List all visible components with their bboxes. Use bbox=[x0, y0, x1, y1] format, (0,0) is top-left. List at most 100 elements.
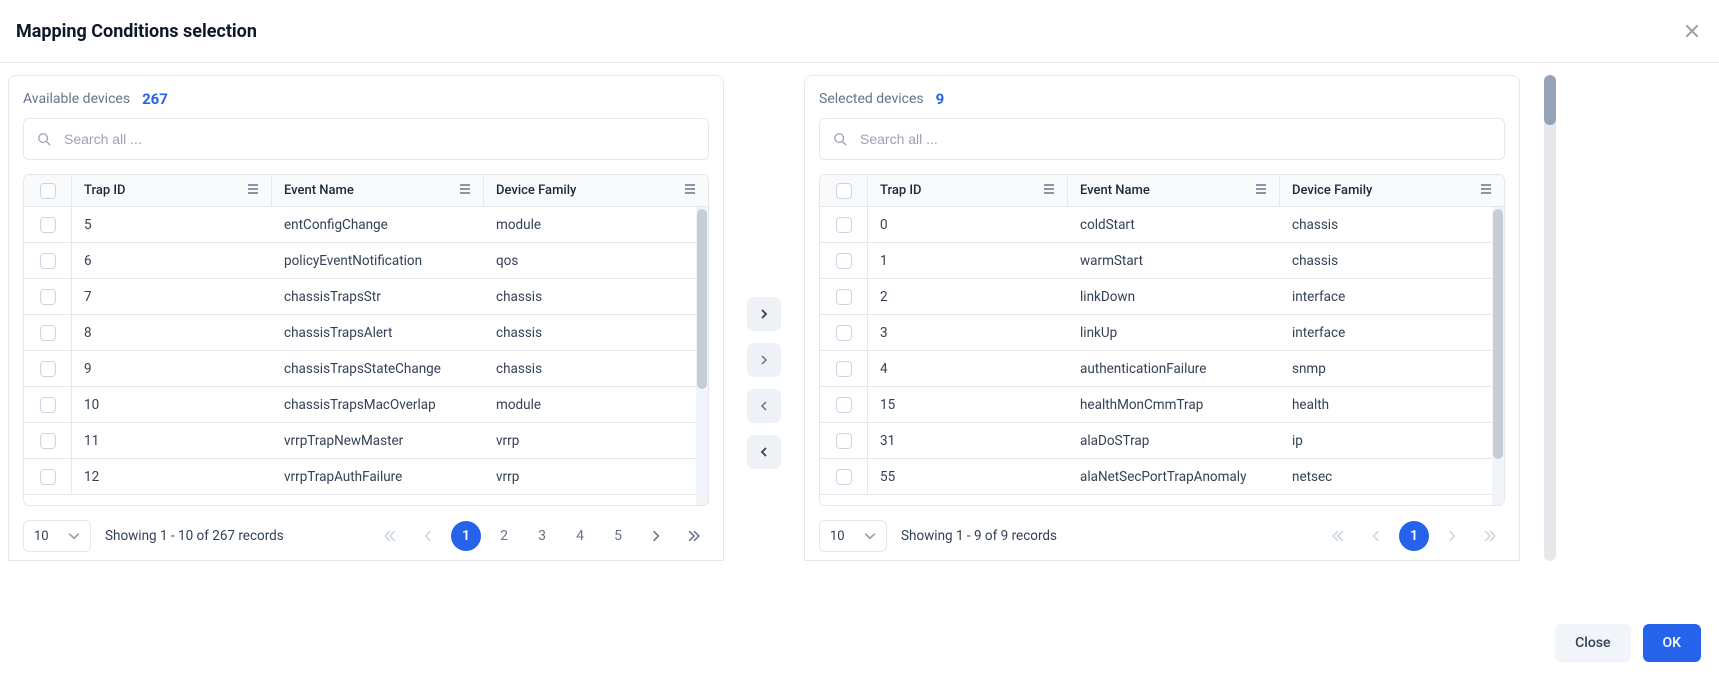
scrollbar-thumb[interactable] bbox=[697, 209, 707, 389]
page-button[interactable]: 3 bbox=[527, 521, 557, 551]
col-header-event[interactable]: Event Name bbox=[272, 175, 484, 206]
close-icon[interactable] bbox=[1681, 20, 1703, 42]
table-row[interactable]: 6policyEventNotificationqos bbox=[24, 243, 708, 279]
table-row[interactable]: 2linkDowninterface bbox=[820, 279, 1504, 315]
cell-family: vrrp bbox=[484, 433, 708, 449]
table-row[interactable]: 4authenticationFailuresnmp bbox=[820, 351, 1504, 387]
row-checkbox[interactable] bbox=[24, 315, 72, 350]
cell-trap: 55 bbox=[868, 469, 1068, 485]
scrollbar-thumb[interactable] bbox=[1544, 75, 1556, 125]
table-row[interactable]: 55alaNetSecPortTrapAnomalynetsec bbox=[820, 459, 1504, 495]
scrollbar[interactable] bbox=[1492, 207, 1504, 505]
cell-trap: 15 bbox=[868, 397, 1068, 413]
menu-icon[interactable] bbox=[684, 183, 696, 199]
menu-icon[interactable] bbox=[1255, 183, 1267, 199]
dialog-title: Mapping Conditions selection bbox=[16, 21, 257, 42]
dialog-scrollbar[interactable] bbox=[1544, 75, 1556, 561]
table-row[interactable]: 11vrrpTrapNewMastervrrp bbox=[24, 423, 708, 459]
selected-page-nav: 1 bbox=[1323, 521, 1505, 551]
move-left-button[interactable] bbox=[747, 389, 781, 423]
row-checkbox[interactable] bbox=[24, 459, 72, 494]
page-button[interactable]: 1 bbox=[451, 521, 481, 551]
page-button[interactable]: 5 bbox=[603, 521, 633, 551]
scrollbar-thumb[interactable] bbox=[1493, 209, 1503, 459]
row-checkbox[interactable] bbox=[24, 279, 72, 314]
available-search-input[interactable] bbox=[23, 118, 709, 160]
chevron-down-icon bbox=[68, 530, 80, 542]
move-right-button[interactable] bbox=[747, 297, 781, 331]
cell-event: chassisTrapsAlert bbox=[272, 325, 484, 341]
row-checkbox[interactable] bbox=[24, 387, 72, 422]
cell-trap: 4 bbox=[868, 361, 1068, 377]
row-checkbox[interactable] bbox=[24, 243, 72, 278]
row-checkbox[interactable] bbox=[820, 351, 868, 386]
table-row[interactable]: 0coldStartchassis bbox=[820, 207, 1504, 243]
showing-text: Showing 1 - 10 of 267 records bbox=[105, 528, 284, 544]
page-button[interactable]: 1 bbox=[1399, 521, 1429, 551]
row-checkbox[interactable] bbox=[820, 315, 868, 350]
available-count: 267 bbox=[142, 90, 168, 108]
cell-family: chassis bbox=[484, 289, 708, 305]
table-row[interactable]: 31alaDoSTrapip bbox=[820, 423, 1504, 459]
table-row[interactable]: 1warmStartchassis bbox=[820, 243, 1504, 279]
page-size-select[interactable]: 10 bbox=[819, 520, 887, 552]
col-header-family-label: Device Family bbox=[496, 183, 576, 198]
cell-family: netsec bbox=[1280, 469, 1504, 485]
menu-icon[interactable] bbox=[1043, 183, 1055, 199]
selected-body[interactable]: 0coldStartchassis1warmStartchassis2linkD… bbox=[820, 207, 1504, 505]
menu-icon[interactable] bbox=[459, 183, 471, 199]
available-table: Trap ID Event Name Device Family 5entCon… bbox=[23, 174, 709, 506]
page-size-select[interactable]: 10 bbox=[23, 520, 91, 552]
row-checkbox[interactable] bbox=[820, 243, 868, 278]
col-header-event[interactable]: Event Name bbox=[1068, 175, 1280, 206]
table-row[interactable]: 3linkUpinterface bbox=[820, 315, 1504, 351]
col-header-trap[interactable]: Trap ID bbox=[868, 175, 1068, 206]
search-icon bbox=[37, 132, 51, 146]
table-row[interactable]: 15healthMonCmmTraphealth bbox=[820, 387, 1504, 423]
last-page-button[interactable] bbox=[679, 521, 709, 551]
move-all-left-button[interactable] bbox=[747, 435, 781, 469]
cell-family: chassis bbox=[484, 325, 708, 341]
col-header-family[interactable]: Device Family bbox=[484, 175, 708, 206]
available-body[interactable]: 5entConfigChangemodule6policyEventNotifi… bbox=[24, 207, 708, 505]
menu-icon[interactable] bbox=[247, 183, 259, 199]
cell-family: health bbox=[1280, 397, 1504, 413]
col-header-trap[interactable]: Trap ID bbox=[72, 175, 272, 206]
next-page-button[interactable] bbox=[641, 521, 671, 551]
row-checkbox[interactable] bbox=[24, 351, 72, 386]
row-checkbox[interactable] bbox=[820, 459, 868, 494]
select-all-checkbox[interactable] bbox=[24, 175, 72, 206]
table-row[interactable]: 5entConfigChangemodule bbox=[24, 207, 708, 243]
menu-icon[interactable] bbox=[1480, 183, 1492, 199]
transfer-controls bbox=[744, 205, 784, 561]
cell-trap: 7 bbox=[72, 289, 272, 305]
row-checkbox[interactable] bbox=[820, 387, 868, 422]
table-row[interactable]: 12vrrpTrapAuthFailurevrrp bbox=[24, 459, 708, 495]
row-checkbox[interactable] bbox=[820, 279, 868, 314]
row-checkbox[interactable] bbox=[24, 207, 72, 242]
page-button[interactable]: 4 bbox=[565, 521, 595, 551]
selected-search-input[interactable] bbox=[819, 118, 1505, 160]
cell-event: healthMonCmmTrap bbox=[1068, 397, 1280, 413]
col-header-family[interactable]: Device Family bbox=[1280, 175, 1504, 206]
col-header-trap-label: Trap ID bbox=[880, 183, 922, 198]
first-page-button bbox=[1323, 521, 1353, 551]
available-search-wrap bbox=[23, 118, 709, 160]
page-button[interactable]: 2 bbox=[489, 521, 519, 551]
close-button[interactable]: Close bbox=[1555, 624, 1630, 662]
table-row[interactable]: 8chassisTrapsAlertchassis bbox=[24, 315, 708, 351]
table-row[interactable]: 7chassisTrapsStrchassis bbox=[24, 279, 708, 315]
selected-label: Selected devices bbox=[819, 91, 924, 107]
select-all-checkbox[interactable] bbox=[820, 175, 868, 206]
scrollbar[interactable] bbox=[696, 207, 708, 505]
row-checkbox[interactable] bbox=[820, 423, 868, 458]
cell-event: warmStart bbox=[1068, 253, 1280, 269]
last-page-button bbox=[1475, 521, 1505, 551]
available-page-nav: 12345 bbox=[375, 521, 709, 551]
row-checkbox[interactable] bbox=[820, 207, 868, 242]
ok-button[interactable]: OK bbox=[1643, 624, 1702, 662]
row-checkbox[interactable] bbox=[24, 423, 72, 458]
table-row[interactable]: 9chassisTrapsStateChangechassis bbox=[24, 351, 708, 387]
table-row[interactable]: 10chassisTrapsMacOverlapmodule bbox=[24, 387, 708, 423]
move-all-right-button[interactable] bbox=[747, 343, 781, 377]
